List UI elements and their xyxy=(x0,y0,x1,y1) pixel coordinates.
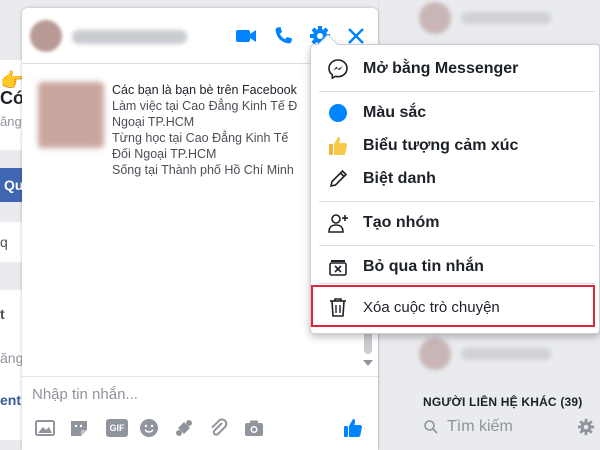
contact-name xyxy=(461,348,551,360)
sticker-icon[interactable] xyxy=(68,417,90,439)
avatar xyxy=(419,338,451,370)
menu-item-label: Biểu tượng cảm xúc xyxy=(363,137,519,154)
menu-item-delete-conversation[interactable]: Xóa cuộc trò chuyện xyxy=(311,291,600,323)
menu-divider xyxy=(319,245,595,246)
contact-name xyxy=(461,12,551,24)
menu-item-color[interactable]: Màu sắc xyxy=(311,97,600,129)
menu-item-open-messenger[interactable]: Mở bằng Messenger xyxy=(311,53,600,85)
game-icon[interactable] xyxy=(173,417,195,439)
search-icon xyxy=(424,420,438,434)
menu-item-label: Bỏ qua tin nhắn xyxy=(363,258,484,275)
color-dot-icon xyxy=(327,102,349,124)
camera-icon[interactable] xyxy=(243,417,265,439)
video-call-icon[interactable] xyxy=(234,24,258,48)
profile-intro: Các bạn là bạn bè trên Facebook Làm việc… xyxy=(112,82,342,178)
gif-icon[interactable]: GIF xyxy=(106,419,128,437)
background-button[interactable]: Qu xyxy=(0,168,24,202)
menu-item-label: Xóa cuộc trò chuyện xyxy=(363,298,500,316)
menu-divider xyxy=(319,91,595,92)
trash-icon xyxy=(327,296,349,318)
phone-icon[interactable] xyxy=(271,24,295,48)
thumbs-up-icon xyxy=(327,135,349,157)
post-text: Có xyxy=(0,88,24,108)
intro-line: Ngoại TP.HCM xyxy=(112,115,195,129)
contact-search[interactable]: Tìm kiếm xyxy=(419,410,600,444)
scroll-down-arrow-icon[interactable] xyxy=(363,360,373,366)
profile-photo[interactable] xyxy=(38,82,104,148)
menu-item-emoji[interactable]: Biểu tượng cảm xúc xyxy=(311,130,600,162)
search-input[interactable]: Tìm kiếm xyxy=(447,418,513,436)
post-text: ăng xyxy=(0,114,22,129)
contact-item[interactable] xyxy=(419,2,551,34)
menu-divider xyxy=(319,201,595,202)
intro-line: Các bạn là bạn bè trên Facebook xyxy=(112,83,297,97)
intro-line: Đối Ngoại TP.HCM xyxy=(112,147,217,161)
photo-icon[interactable] xyxy=(34,417,56,439)
attachment-icon[interactable] xyxy=(207,417,229,439)
gear-icon[interactable] xyxy=(577,418,595,436)
post-text: t xyxy=(0,306,5,322)
post-link[interactable]: ent xyxy=(0,392,24,408)
contact-item[interactable] xyxy=(419,338,551,370)
intro-line: Làm việc tại Cao Đẳng Kinh Tế Đ xyxy=(112,99,298,113)
menu-item-label: Biệt danh xyxy=(363,170,436,187)
intro-line: Sống tại Thành phố Hồ Chí Minh xyxy=(112,163,294,177)
chat-options-menu: Mở bằng Messenger Màu sắc Biểu tượng cảm… xyxy=(310,34,600,334)
avatar xyxy=(419,2,451,34)
message-composer: GIF xyxy=(22,376,378,450)
menu-item-label: Màu sắc xyxy=(363,104,427,121)
menu-item-nickname[interactable]: Biệt danh xyxy=(311,163,600,195)
post-text: q xyxy=(0,234,8,250)
contact-name[interactable] xyxy=(72,30,187,44)
messenger-icon xyxy=(327,58,349,80)
add-person-icon xyxy=(327,212,349,234)
post-text: ăng xyxy=(0,350,24,366)
background-page: 👉 Có ăng Qu q t ăng ent xyxy=(0,0,24,450)
menu-divider xyxy=(319,283,595,284)
menu-item-label: Tạo nhóm xyxy=(363,214,440,231)
message-input[interactable] xyxy=(32,386,332,403)
menu-item-create-group[interactable]: Tạo nhóm xyxy=(311,207,600,239)
thumbs-up-icon[interactable] xyxy=(342,417,364,439)
other-contacts-heading: NGƯỜI LIÊN HỆ KHÁC (39) xyxy=(423,395,583,409)
emoji-icon[interactable] xyxy=(138,417,160,439)
menu-item-label: Mở bằng Messenger xyxy=(363,60,519,77)
pencil-icon xyxy=(327,168,349,190)
avatar[interactable] xyxy=(30,20,62,52)
menu-item-ignore-messages[interactable]: Bỏ qua tin nhắn xyxy=(311,251,600,283)
ignore-message-icon xyxy=(327,256,349,278)
intro-line: Từng học tại Cao Đẳng Kinh Tế xyxy=(112,131,289,145)
